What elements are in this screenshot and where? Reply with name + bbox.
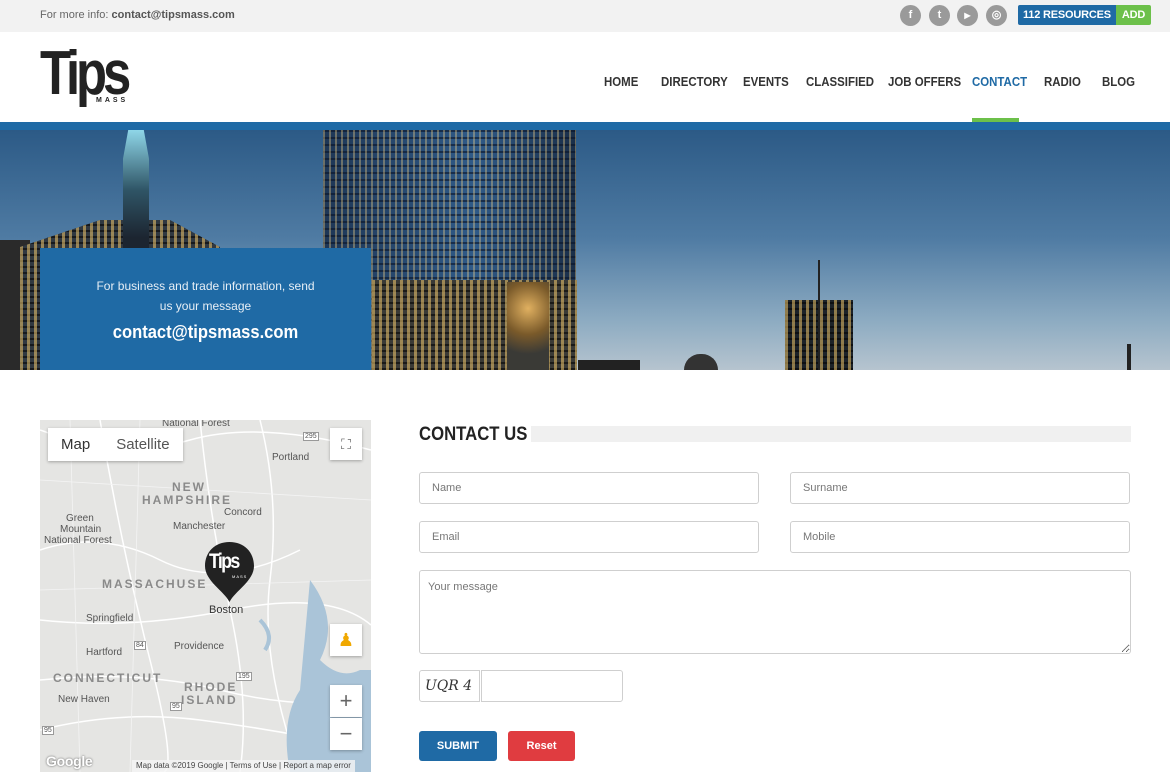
nav-events[interactable]: EVENTS bbox=[743, 74, 789, 89]
building bbox=[1127, 344, 1131, 370]
youtube-icon[interactable]: ▶ bbox=[957, 5, 978, 26]
resources-count[interactable]: 112 RESOURCES bbox=[1018, 5, 1116, 25]
email-field[interactable] bbox=[419, 521, 759, 553]
reset-button[interactable]: Reset bbox=[508, 731, 575, 761]
nav-directory[interactable]: DIRECTORY bbox=[661, 74, 728, 89]
nav-home[interactable]: HOME bbox=[604, 74, 638, 89]
map-label: Portland bbox=[272, 452, 310, 463]
top-bar: For more info: contact@tipsmass.com f t … bbox=[0, 0, 1170, 32]
submit-button[interactable]: SUBMIT bbox=[419, 731, 497, 761]
map-label: National Forest bbox=[44, 535, 112, 546]
mobile-field[interactable] bbox=[790, 521, 1130, 553]
nav-radio[interactable]: RADIO bbox=[1044, 74, 1081, 89]
instagram-icon[interactable]: ◎ bbox=[986, 5, 1007, 26]
pin-logo-sub: MASS bbox=[232, 574, 248, 579]
zoom-in-button[interactable]: + bbox=[330, 685, 362, 717]
resources-badge[interactable]: 112 RESOURCES ADD bbox=[1018, 5, 1152, 25]
hero-email[interactable]: contact@tipsmass.com bbox=[53, 322, 358, 343]
info-prefix: For more info: bbox=[40, 9, 112, 21]
map-label: Hartford bbox=[86, 647, 123, 658]
map-label: MASSACHUSE bbox=[102, 577, 208, 591]
map-label: New Haven bbox=[58, 694, 110, 705]
map-label: Concord bbox=[224, 507, 262, 518]
highway-shield: 95 bbox=[42, 726, 54, 735]
add-resource-button[interactable]: ADD bbox=[1115, 5, 1152, 25]
nav-contact[interactable]: CONTACT bbox=[972, 74, 1027, 89]
map-label: NEW bbox=[172, 480, 206, 494]
contact-title: CONTACT US bbox=[419, 424, 528, 445]
google-logo: Google bbox=[46, 753, 93, 769]
map-footer[interactable]: Map data ©2019 Google | Terms of Use | R… bbox=[132, 760, 355, 772]
header-divider bbox=[0, 122, 1170, 130]
captcha-input[interactable] bbox=[481, 670, 623, 702]
logo[interactable]: Tips MASS bbox=[40, 39, 132, 108]
fullscreen-icon[interactable]: ⛶ bbox=[330, 428, 362, 460]
map-label: HAMPSHIRE bbox=[142, 493, 233, 507]
highway-shield: 295 bbox=[303, 432, 319, 441]
street-view-pegman-icon[interactable]: ♟ bbox=[330, 624, 362, 656]
message-field[interactable] bbox=[419, 570, 1131, 654]
contact-info: For more info: contact@tipsmass.com bbox=[40, 9, 235, 21]
facebook-icon[interactable]: f bbox=[900, 5, 921, 26]
zoom-out-button[interactable]: − bbox=[330, 718, 362, 750]
logo-sub: MASS bbox=[96, 97, 129, 104]
map-label: Providence bbox=[174, 641, 225, 652]
title-decoration bbox=[531, 426, 1131, 442]
map-label: CONNECTICUT bbox=[53, 671, 163, 685]
map-label: ISLAND bbox=[181, 693, 238, 707]
map-label: RHODE bbox=[184, 680, 238, 694]
map-label: Mountain bbox=[60, 524, 102, 535]
name-field[interactable] bbox=[419, 472, 759, 504]
highway-shield: 95 bbox=[170, 702, 182, 711]
map-type-map[interactable]: Map bbox=[48, 428, 103, 461]
hero-info-box: For business and trade information, send… bbox=[40, 248, 371, 370]
highway-shield: 84 bbox=[134, 641, 146, 650]
map-type-control[interactable]: Map Satellite bbox=[48, 428, 183, 461]
highway-shield: 195 bbox=[236, 672, 252, 681]
map-pin-icon[interactable]: Tips MASS bbox=[204, 541, 255, 603]
building bbox=[578, 360, 640, 370]
map-label: Springfield bbox=[86, 613, 134, 624]
building bbox=[507, 282, 549, 370]
twitter-icon[interactable]: t bbox=[929, 5, 950, 26]
map-label: Green bbox=[66, 513, 94, 524]
map-label: Manchester bbox=[173, 521, 226, 532]
antenna bbox=[818, 260, 820, 370]
captcha-image: UQR 4 bbox=[419, 670, 480, 702]
nav-job-offers[interactable]: JOB OFFERS bbox=[888, 74, 961, 89]
nav-blog[interactable]: BLOG bbox=[1102, 74, 1135, 89]
surname-field[interactable] bbox=[790, 472, 1130, 504]
map-label: Boston bbox=[209, 604, 244, 616]
nav-classified[interactable]: CLASSIFIED bbox=[806, 74, 874, 89]
map[interactable]: National Forest Portland NEW HAMPSHIRE C… bbox=[40, 420, 371, 772]
info-email[interactable]: contact@tipsmass.com bbox=[112, 9, 235, 21]
hero-text: For business and trade information, send… bbox=[96, 279, 315, 313]
pin-logo-text: Tips bbox=[209, 550, 240, 573]
building bbox=[684, 354, 718, 370]
map-type-satellite[interactable]: Satellite bbox=[103, 428, 182, 461]
